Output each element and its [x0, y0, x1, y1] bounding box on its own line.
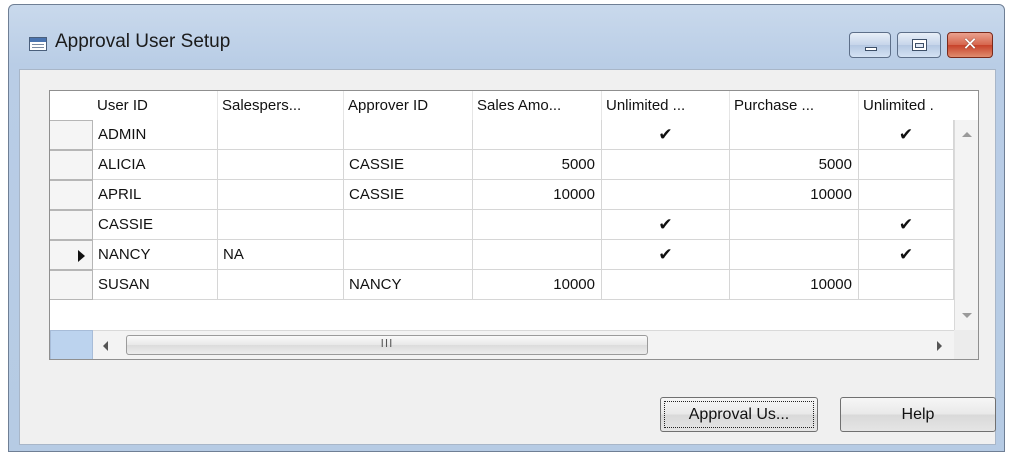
- column-header-unlimited-purchase[interactable]: Unlimited .: [859, 91, 954, 120]
- approval-user-button[interactable]: Approval Us...: [660, 397, 818, 432]
- row-selector[interactable]: [50, 210, 93, 240]
- cell-purchase-amount[interactable]: 10000: [730, 270, 859, 300]
- table-row[interactable]: SUSAN NANCY 10000 10000: [50, 270, 978, 300]
- table-row[interactable]: CASSIE ✔ ✔: [50, 210, 978, 240]
- cell-user-id[interactable]: APRIL: [93, 180, 218, 210]
- cell-user-id[interactable]: ADMIN: [93, 120, 218, 150]
- table-row[interactable]: APRIL CASSIE 10000 10000: [50, 180, 978, 210]
- row-selector[interactable]: [50, 240, 93, 270]
- cell-unlimited-purchase[interactable]: [859, 150, 954, 180]
- scroll-right-icon[interactable]: [937, 341, 942, 351]
- horizontal-scroll-thumb[interactable]: III: [126, 335, 648, 355]
- cell-approver-id[interactable]: [344, 210, 473, 240]
- cell-approver-id[interactable]: [344, 120, 473, 150]
- cell-salesperson[interactable]: NA: [218, 240, 344, 270]
- cell-unlimited-purchase[interactable]: ✔: [859, 120, 954, 150]
- window-client-area: User ID Salespers... Approver ID Sales A…: [19, 69, 996, 445]
- cell-unlimited-sales[interactable]: [602, 150, 730, 180]
- cell-user-id[interactable]: SUSAN: [93, 270, 218, 300]
- table-header-row: User ID Salespers... Approver ID Sales A…: [50, 91, 978, 120]
- cell-sales-amount[interactable]: [473, 240, 602, 270]
- column-header-user-id[interactable]: User ID: [93, 91, 218, 120]
- cell-salesperson[interactable]: [218, 180, 344, 210]
- cell-sales-amount[interactable]: [473, 120, 602, 150]
- cell-unlimited-sales[interactable]: [602, 180, 730, 210]
- column-header-approver-id[interactable]: Approver ID: [344, 91, 473, 120]
- cell-unlimited-purchase[interactable]: ✔: [859, 240, 954, 270]
- table-row[interactable]: ALICIA CASSIE 5000 5000: [50, 150, 978, 180]
- focus-rectangle: [664, 401, 814, 428]
- cell-unlimited-sales[interactable]: ✔: [602, 120, 730, 150]
- cell-salesperson[interactable]: [218, 150, 344, 180]
- cell-purchase-amount[interactable]: [730, 240, 859, 270]
- window-title: Approval User Setup: [55, 31, 231, 52]
- scroll-grip-icon: III: [380, 337, 394, 350]
- maximize-button[interactable]: [897, 32, 941, 58]
- cell-approver-id[interactable]: [344, 240, 473, 270]
- cell-approver-id[interactable]: CASSIE: [344, 180, 473, 210]
- maximize-icon: [912, 39, 927, 51]
- cell-unlimited-purchase[interactable]: [859, 180, 954, 210]
- cell-salesperson[interactable]: [218, 270, 344, 300]
- cell-user-id[interactable]: ALICIA: [93, 150, 218, 180]
- table-row[interactable]: ADMIN ✔ ✔: [50, 120, 978, 150]
- cell-user-id[interactable]: NANCY: [93, 240, 218, 270]
- column-header-salesperson[interactable]: Salespers...: [218, 91, 344, 120]
- approval-user-setup-window: Approval User Setup ✕ User ID Salespers.…: [8, 4, 1005, 452]
- scroll-down-icon[interactable]: [962, 313, 972, 318]
- current-row-arrow-icon: [78, 250, 85, 262]
- scroll-up-icon[interactable]: [962, 132, 972, 137]
- row-selector[interactable]: [50, 120, 93, 150]
- table-row[interactable]: NANCY NA ✔ ✔: [50, 240, 978, 270]
- cell-salesperson[interactable]: [218, 120, 344, 150]
- column-header-sales-amount[interactable]: Sales Amo...: [473, 91, 602, 120]
- cell-sales-amount[interactable]: [473, 210, 602, 240]
- close-icon: ✕: [962, 34, 978, 55]
- cell-unlimited-purchase[interactable]: [859, 270, 954, 300]
- vertical-scrollbar[interactable]: [954, 120, 978, 330]
- row-selector[interactable]: [50, 180, 93, 210]
- cell-unlimited-sales[interactable]: ✔: [602, 240, 730, 270]
- cell-sales-amount[interactable]: 5000: [473, 150, 602, 180]
- cell-purchase-amount[interactable]: 5000: [730, 150, 859, 180]
- table-window-icon: [29, 37, 47, 51]
- cell-unlimited-purchase[interactable]: ✔: [859, 210, 954, 240]
- column-header-unlimited-sales[interactable]: Unlimited ...: [602, 91, 730, 120]
- row-selector[interactable]: [50, 270, 93, 300]
- row-selector[interactable]: [50, 150, 93, 180]
- cell-approver-id[interactable]: CASSIE: [344, 150, 473, 180]
- help-button[interactable]: Help: [840, 397, 996, 432]
- horizontal-scrollbar[interactable]: III: [93, 330, 954, 359]
- column-header-purchase-amount[interactable]: Purchase ...: [730, 91, 859, 120]
- cell-user-id[interactable]: CASSIE: [93, 210, 218, 240]
- cell-approver-id[interactable]: NANCY: [344, 270, 473, 300]
- cell-purchase-amount[interactable]: 10000: [730, 180, 859, 210]
- cell-sales-amount[interactable]: 10000: [473, 270, 602, 300]
- cell-purchase-amount[interactable]: [730, 210, 859, 240]
- title-bar[interactable]: Approval User Setup ✕: [9, 5, 1004, 58]
- close-button[interactable]: ✕: [947, 32, 993, 58]
- cell-unlimited-sales[interactable]: [602, 270, 730, 300]
- row-selector-corner[interactable]: [50, 330, 93, 359]
- minimize-icon: [865, 47, 877, 51]
- scroll-left-icon[interactable]: [103, 341, 108, 351]
- cell-sales-amount[interactable]: 10000: [473, 180, 602, 210]
- cell-salesperson[interactable]: [218, 210, 344, 240]
- help-button-label: Help: [901, 406, 935, 423]
- cell-purchase-amount[interactable]: [730, 120, 859, 150]
- scrollbar-corner: [954, 330, 978, 359]
- cell-unlimited-sales[interactable]: ✔: [602, 210, 730, 240]
- approval-users-table: User ID Salespers... Approver ID Sales A…: [49, 90, 979, 360]
- minimize-button[interactable]: [849, 32, 891, 58]
